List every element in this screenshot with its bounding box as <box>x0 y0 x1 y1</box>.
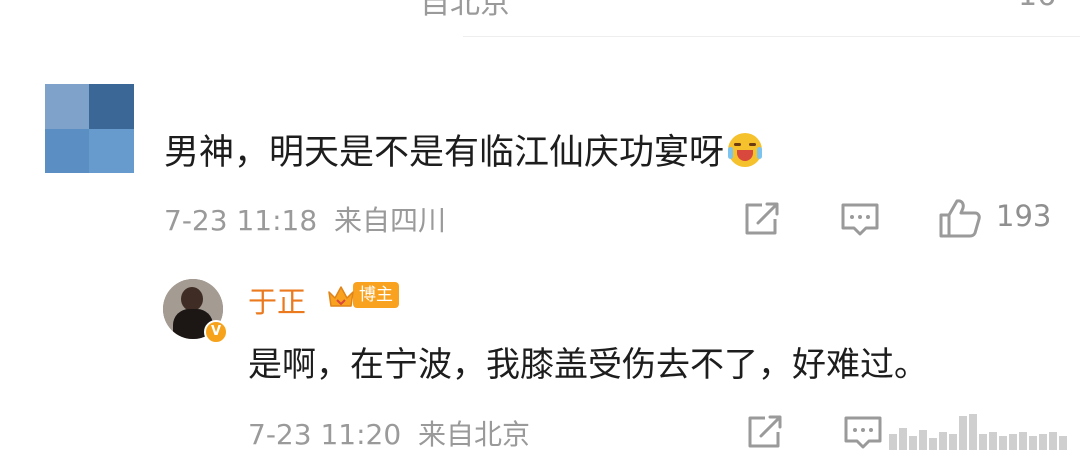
prev-comment-location: 自北京 <box>420 0 510 21</box>
like-count: 193 <box>996 199 1052 233</box>
blogger-badge: 博主 <box>327 280 399 310</box>
share-icon[interactable] <box>745 414 783 450</box>
commenter-avatar[interactable] <box>45 84 134 173</box>
reply-icon[interactable] <box>843 414 883 452</box>
comment-time: 7-23 11:18 <box>164 204 318 237</box>
reply-author-name[interactable]: 于正 <box>248 279 306 321</box>
author-avatar[interactable]: V <box>163 279 228 344</box>
share-icon[interactable] <box>760 0 800 10</box>
comment-meta: 7-23 11:18 来自四川 <box>164 199 446 239</box>
like-icon[interactable] <box>958 0 998 10</box>
reply-meta: 7-23 11:20 来自北京 <box>248 413 530 453</box>
divider <box>463 36 1080 37</box>
reply-icon[interactable] <box>858 0 898 10</box>
blogger-badge-label: 博主 <box>353 282 399 308</box>
reply-text: 是啊，在宁波，我膝盖受伤去不了，好难过。 <box>248 345 928 385</box>
like-icon[interactable] <box>938 197 982 239</box>
comment-text: 男神，明天是不是有临江仙庆功宴呀 <box>164 124 763 175</box>
verified-v-icon: V <box>204 320 228 344</box>
reply-time: 7-23 11:20 <box>248 418 402 451</box>
reply-location: 来自北京 <box>418 418 531 451</box>
reply-icon[interactable] <box>840 201 880 239</box>
prev-like-count: 16 <box>1018 0 1056 13</box>
comment-location: 来自四川 <box>334 204 447 237</box>
share-icon[interactable] <box>742 201 780 237</box>
crown-icon <box>327 284 354 307</box>
like-icon[interactable] <box>885 410 1075 452</box>
crying-laughing-emoji-icon <box>728 132 763 167</box>
